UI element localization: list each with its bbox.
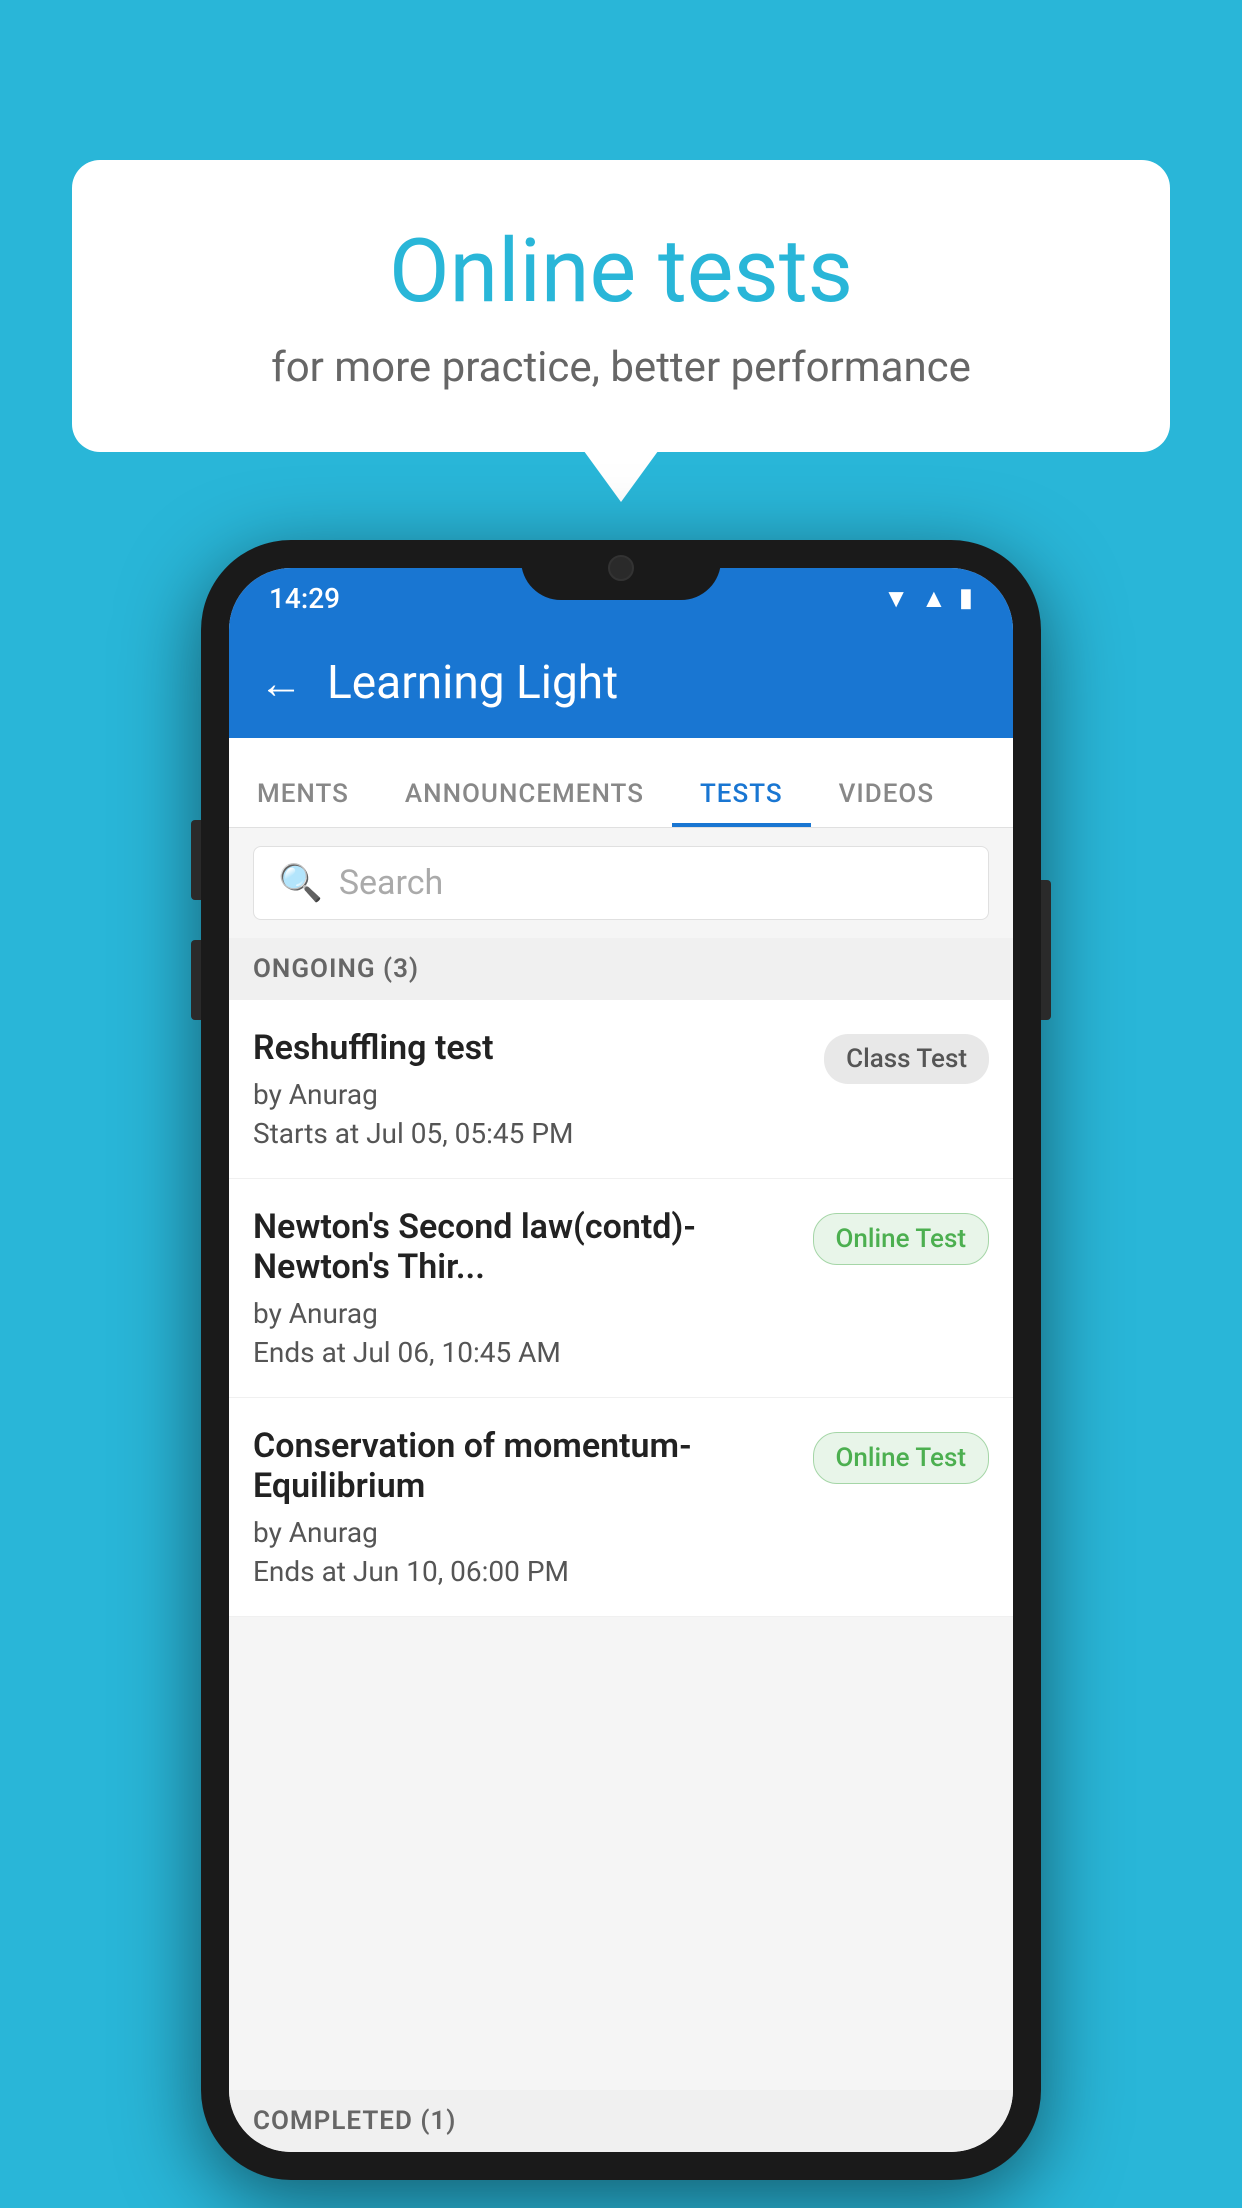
test-author-3: by Anurag <box>253 1516 793 1549</box>
phone-btn-volume-up <box>191 820 201 900</box>
speech-bubble: Online tests for more practice, better p… <box>72 160 1170 452</box>
status-time: 14:29 <box>269 582 340 615</box>
test-info-1: Reshuffling test by Anurag Starts at Jul… <box>253 1028 824 1150</box>
test-name-2: Newton's Second law(contd)-Newton's Thir… <box>253 1207 793 1287</box>
app-bar: ← Learning Light <box>229 628 1013 738</box>
test-info-2: Newton's Second law(contd)-Newton's Thir… <box>253 1207 813 1369</box>
search-container: 🔍 Search <box>229 828 1013 938</box>
test-author-1: by Anurag <box>253 1078 804 1111</box>
test-info-3: Conservation of momentum-Equilibrium by … <box>253 1426 813 1588</box>
phone-btn-volume-down <box>191 940 201 1020</box>
status-icons: ▼ ▲ ▮ <box>883 583 973 614</box>
tests-list: Reshuffling test by Anurag Starts at Jul… <box>229 1000 1013 1617</box>
test-item-2[interactable]: Newton's Second law(contd)-Newton's Thir… <box>229 1179 1013 1398</box>
section-ongoing-header: ONGOING (3) <box>229 938 1013 1000</box>
test-author-2: by Anurag <box>253 1297 793 1330</box>
battery-icon: ▮ <box>959 583 973 613</box>
test-badge-2: Online Test <box>813 1213 990 1265</box>
search-input[interactable]: Search <box>339 863 443 903</box>
back-button[interactable]: ← <box>259 657 303 709</box>
tab-videos[interactable]: VIDEOS <box>811 779 962 827</box>
search-box[interactable]: 🔍 Search <box>253 846 989 920</box>
section-completed-header: COMPLETED (1) <box>229 2090 1013 2152</box>
test-badge-1: Class Test <box>824 1034 989 1084</box>
test-item-3[interactable]: Conservation of momentum-Equilibrium by … <box>229 1398 1013 1617</box>
test-badge-3: Online Test <box>813 1432 990 1484</box>
phone-notch <box>521 540 721 600</box>
tab-tests[interactable]: TESTS <box>672 779 811 827</box>
test-item-1[interactable]: Reshuffling test by Anurag Starts at Jul… <box>229 1000 1013 1179</box>
phone-camera <box>608 555 634 581</box>
test-time-2: Ends at Jul 06, 10:45 AM <box>253 1336 793 1369</box>
test-name-1: Reshuffling test <box>253 1028 804 1068</box>
signal-icon: ▲ <box>921 583 947 614</box>
app-title: Learning Light <box>327 656 618 710</box>
tab-ments[interactable]: MENTS <box>229 779 377 827</box>
test-time-1: Starts at Jul 05, 05:45 PM <box>253 1117 804 1150</box>
tab-announcements[interactable]: ANNOUNCEMENTS <box>377 779 672 827</box>
test-name-3: Conservation of momentum-Equilibrium <box>253 1426 793 1506</box>
search-icon: 🔍 <box>278 862 323 904</box>
phone-btn-power <box>1041 880 1051 1020</box>
tabs-bar: MENTS ANNOUNCEMENTS TESTS VIDEOS <box>229 738 1013 828</box>
wifi-icon: ▼ <box>883 583 909 614</box>
bubble-subtitle: for more practice, better performance <box>122 343 1120 392</box>
test-time-3: Ends at Jun 10, 06:00 PM <box>253 1555 793 1588</box>
phone-screen: 14:29 ▼ ▲ ▮ ← Learning Light MENTS ANNOU… <box>229 568 1013 2152</box>
phone-device: 14:29 ▼ ▲ ▮ ← Learning Light MENTS ANNOU… <box>201 540 1041 2180</box>
bubble-title: Online tests <box>122 220 1120 323</box>
